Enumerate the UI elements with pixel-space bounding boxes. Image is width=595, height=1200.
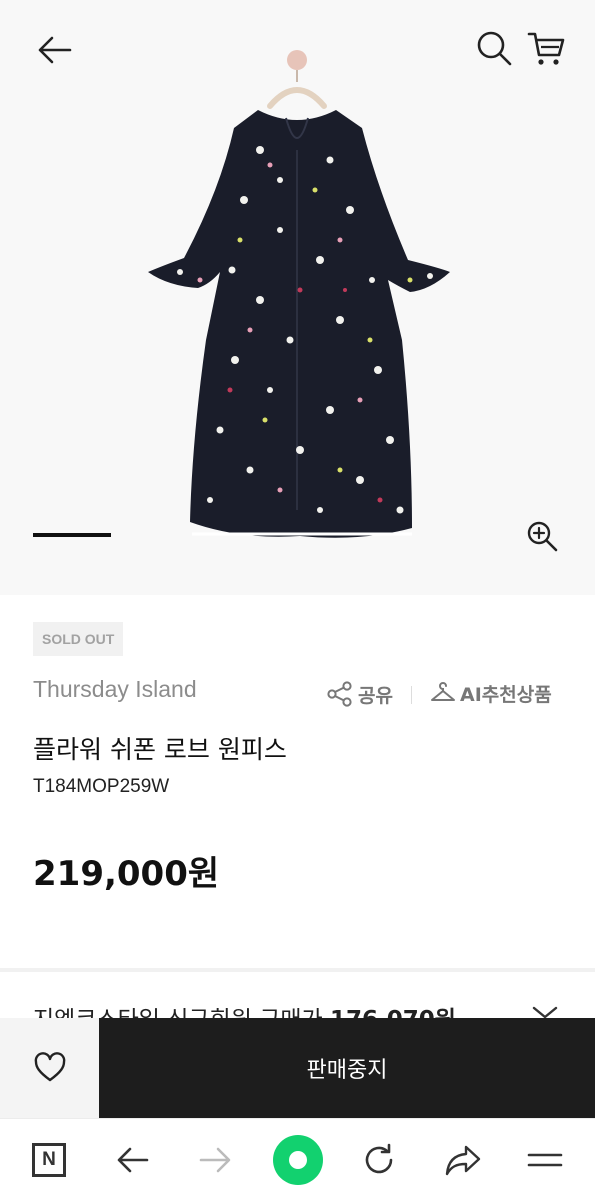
product-price: 219,000원 [33, 854, 220, 894]
browser-nav-bar: N [0, 1118, 595, 1200]
share-arrow-icon [445, 1145, 481, 1176]
naver-logo-icon: N [32, 1143, 66, 1177]
hanger-icon [431, 681, 455, 701]
divider [411, 686, 412, 704]
browser-back-button[interactable] [108, 1135, 158, 1185]
browser-forward-button[interactable] [190, 1135, 240, 1185]
cart-icon [527, 32, 565, 65]
brand-name[interactable]: Thursday Island [33, 676, 197, 703]
zoom-in-icon [527, 521, 558, 552]
arrow-right-icon [199, 1147, 231, 1173]
wishlist-button[interactable] [0, 1018, 99, 1118]
ai-recommend-label: AI추천상품 [460, 684, 552, 706]
gallery-indicator-active [33, 533, 111, 537]
product-gallery[interactable] [0, 0, 595, 595]
back-button[interactable] [30, 26, 78, 74]
hanger-icon [267, 50, 327, 109]
arrow-left-icon [38, 36, 72, 64]
home-button[interactable]: N [24, 1135, 74, 1185]
menu-button[interactable] [520, 1135, 570, 1185]
hamburger-icon [527, 1153, 563, 1167]
section-divider [0, 968, 595, 972]
ai-recommend-button[interactable]: AI추천상품 [430, 680, 552, 707]
share-icon [327, 681, 352, 707]
share-button[interactable]: 공유 [326, 680, 393, 708]
green-dot-icon [273, 1135, 323, 1185]
refresh-button[interactable] [354, 1135, 404, 1185]
cart-button[interactable] [522, 24, 570, 72]
share-label: 공유 [358, 684, 393, 707]
product-name: 플라워 쉬폰 로브 원피스 [33, 735, 287, 764]
purchase-bar: 판매중지 [0, 1018, 595, 1118]
zoom-button[interactable] [520, 514, 564, 558]
product-image[interactable] [140, 40, 460, 550]
sale-stopped-button[interactable]: 판매중지 [99, 1018, 595, 1118]
search-button[interactable] [470, 24, 518, 72]
green-dot-button[interactable] [271, 1133, 325, 1187]
arrow-left-icon [117, 1147, 149, 1173]
search-icon [477, 31, 512, 66]
refresh-icon [365, 1143, 393, 1174]
member-price-row[interactable]: 지엠코스타일 신규회원 구매가 176,070원 [33, 1000, 553, 1020]
product-code: T184MOP259W [33, 776, 170, 797]
browser-share-button[interactable] [438, 1135, 488, 1185]
heart-icon [34, 1052, 65, 1082]
status-badge: SOLD OUT [33, 622, 124, 656]
